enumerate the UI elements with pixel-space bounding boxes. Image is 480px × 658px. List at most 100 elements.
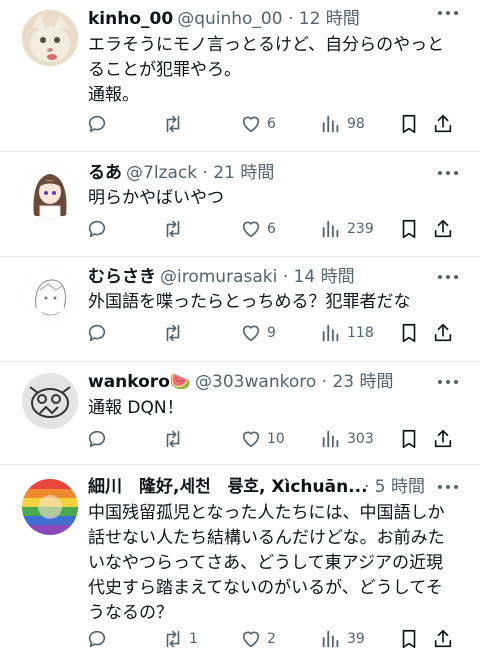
- handle-time[interactable]: @7lzack · 21 時間: [126, 163, 274, 183]
- bookmark-button[interactable]: [398, 321, 420, 345]
- like-button[interactable]: 9: [240, 321, 276, 345]
- avatar-doodle[interactable]: [22, 373, 78, 429]
- display-name[interactable]: るあ: [88, 163, 122, 183]
- reply-button[interactable]: [86, 627, 113, 651]
- view-count: 303: [347, 431, 374, 447]
- share-button[interactable]: [432, 217, 454, 241]
- view-count: 239: [347, 221, 374, 237]
- like-button[interactable]: 10: [240, 427, 285, 451]
- tweet-text: エラそうにモノ言っとるけど、自分らのやっと ることが犯罪やろ。 通報。: [88, 33, 456, 108]
- retweet-button[interactable]: [162, 321, 189, 345]
- views-button[interactable]: 39: [320, 627, 365, 651]
- reply-icon: [88, 220, 106, 238]
- handle-time[interactable]: · 5 時間: [364, 477, 425, 497]
- bookmark-icon: [402, 323, 416, 343]
- action-bar: 6 239: [86, 217, 466, 241]
- views-button[interactable]: 303: [320, 427, 374, 451]
- bar-chart-icon: [322, 324, 339, 342]
- bookmark-icon: [402, 114, 416, 134]
- avatar-sketch[interactable]: [22, 268, 78, 324]
- tweet[interactable]: むらさき @iromurasaki · 14 時間 外国語を喋ったらとっちめる？犯…: [0, 257, 480, 362]
- tweet[interactable]: kinho_00 @quinho_00 · 12 時間 エラそうにモノ言っとるけど…: [0, 0, 480, 152]
- reply-button[interactable]: [86, 112, 113, 136]
- share-icon: [434, 323, 452, 342]
- handle-time[interactable]: @303wankoro · 23 時間: [195, 372, 393, 392]
- share-button[interactable]: [432, 321, 454, 345]
- more-options-icon[interactable]: [438, 166, 458, 180]
- tweet-text-line: 通報 DQN！: [88, 398, 184, 418]
- avatar-cat[interactable]: [22, 10, 78, 66]
- bookmark-button[interactable]: [398, 427, 420, 451]
- retweet-icon: [166, 430, 180, 448]
- display-name[interactable]: 細川 隆好,세천 륭호, Xìchuān...: [88, 477, 368, 497]
- reply-icon: [88, 430, 106, 448]
- tweet[interactable]: 細川 隆好,세천 륭호, Xìchuān... · 5 時間 中国残留孤児となっ…: [0, 465, 480, 658]
- heart-icon: [242, 116, 260, 133]
- share-icon: [434, 219, 452, 238]
- like-count: 9: [267, 325, 276, 341]
- bookmark-button[interactable]: [398, 217, 420, 241]
- tweet-text-line: 話せない人たち結構いるんだけどな。お前みた: [88, 528, 445, 548]
- heart-icon: [242, 631, 260, 648]
- display-name[interactable]: wankoro🍉: [88, 372, 191, 392]
- bookmark-button[interactable]: [398, 627, 420, 651]
- avatar-anime-girl[interactable]: [22, 164, 78, 220]
- views-button[interactable]: 118: [320, 321, 374, 345]
- share-button[interactable]: [432, 112, 454, 136]
- more-options-icon[interactable]: [438, 375, 458, 389]
- display-name[interactable]: kinho_00: [88, 9, 173, 29]
- tweet[interactable]: るあ @7lzack · 21 時間 明らかやばいやつ 6 239: [0, 152, 480, 257]
- tweet-header: むらさき @iromurasaki · 14 時間: [88, 264, 355, 290]
- tweet-text: 中国残留孤児となった人たちには、中国語しか 話せない人たち結構いるんだけどな。お…: [88, 501, 456, 626]
- share-button[interactable]: [432, 627, 454, 651]
- retweet-icon: [166, 115, 180, 133]
- share-icon: [434, 629, 452, 648]
- reply-button[interactable]: [86, 427, 113, 451]
- retweet-icon: [166, 324, 180, 342]
- reply-button[interactable]: [86, 217, 113, 241]
- like-button[interactable]: 6: [240, 112, 276, 136]
- retweet-button[interactable]: [162, 112, 189, 136]
- tweet-time: · 5 時間: [364, 474, 425, 500]
- like-button[interactable]: 2: [240, 627, 276, 651]
- retweet-button[interactable]: [162, 217, 189, 241]
- views-button[interactable]: 239: [320, 217, 374, 241]
- like-count: 2: [267, 631, 276, 647]
- bookmark-button[interactable]: [398, 112, 420, 136]
- bar-chart-icon: [322, 630, 339, 648]
- like-count: 6: [267, 116, 276, 132]
- like-count: 10: [267, 431, 285, 447]
- retweet-button[interactable]: [162, 427, 189, 451]
- display-name[interactable]: むらさき: [88, 267, 156, 287]
- bar-chart-icon: [322, 430, 339, 448]
- share-button[interactable]: [432, 427, 454, 451]
- tweet-text-line: 通報。: [88, 85, 139, 105]
- view-count: 39: [347, 631, 365, 647]
- more-options-icon[interactable]: [438, 270, 458, 284]
- more-options-icon[interactable]: [438, 480, 458, 494]
- tweet-text-line: いなやつらってさあ、どうして東アジアの近現: [88, 553, 443, 573]
- like-button[interactable]: 6: [240, 217, 276, 241]
- heart-icon: [242, 431, 260, 448]
- action-bar: 6 98: [86, 112, 466, 136]
- tweet-text: 外国語を喋ったらとっちめる？犯罪者だな: [88, 290, 456, 315]
- tweet-header: wankoro🍉 @303wankoro · 23 時間: [88, 369, 394, 395]
- tweet-text-line: 外国語を喋ったらとっちめる？犯罪者だな: [88, 292, 411, 312]
- retweet-button[interactable]: 1: [162, 627, 198, 651]
- more-options-icon[interactable]: [438, 6, 458, 20]
- like-count: 6: [267, 221, 276, 237]
- reply-button[interactable]: [86, 321, 113, 345]
- views-button[interactable]: 98: [320, 112, 365, 136]
- bookmark-icon: [402, 629, 416, 649]
- handle-time[interactable]: @iromurasaki · 14 時間: [160, 267, 355, 287]
- tweet-text: 明らかやばいやつ: [88, 186, 456, 211]
- bar-chart-icon: [322, 115, 339, 133]
- view-count: 118: [347, 325, 374, 341]
- tweet[interactable]: wankoro🍉 @303wankoro · 23 時間 通報 DQN！ 10 3…: [0, 362, 480, 465]
- tweet-text-line: 代史すら踏まえてないのがいるが、どうしてそ: [88, 578, 443, 598]
- retweet-count: 1: [189, 631, 198, 647]
- avatar-rainbow[interactable]: [22, 479, 78, 535]
- handle-time[interactable]: @quinho_00 · 12 時間: [177, 9, 360, 29]
- tweet-text-line: 中国残留孤児となった人たちには、中国語しか: [88, 503, 445, 523]
- bookmark-icon: [402, 429, 416, 449]
